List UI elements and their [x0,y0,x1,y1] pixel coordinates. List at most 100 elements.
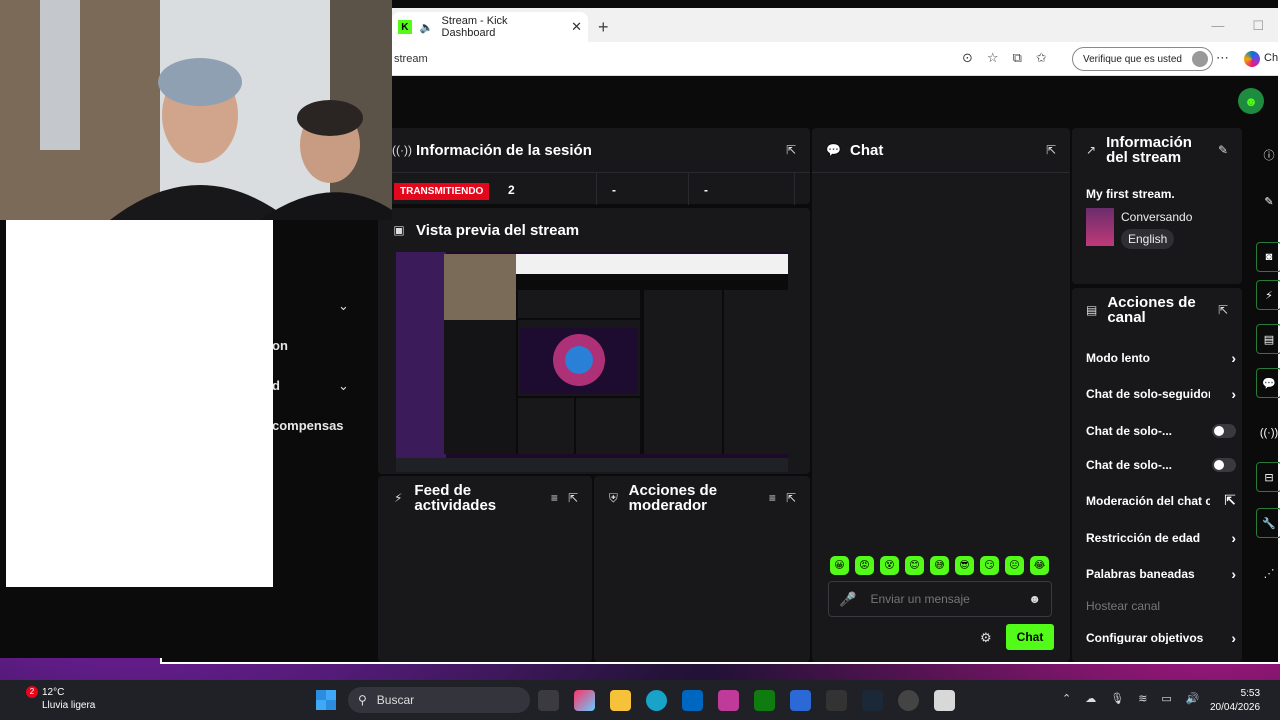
favorite-star-icon[interactable]: ☆ [987,50,999,66]
browser-tab[interactable]: K 🔈 Stream - Kick Dashboard ✕ [392,12,588,42]
emote-button[interactable]: 😵 [880,556,899,575]
chevron-right-icon: › [1231,386,1236,402]
task-view-icon[interactable] [538,690,559,711]
lightning-icon[interactable]: ⚡ [1256,280,1280,310]
menu-item[interactable]: compensas [272,418,344,433]
tab-title: Stream - Kick Dashboard [441,15,508,39]
close-tab-icon[interactable]: ✕ [571,19,582,35]
actions-icon: ▤ [1086,303,1098,317]
emote-button[interactable]: 😐 [1005,556,1024,575]
maximize-icon[interactable]: ☐ [1252,18,1264,34]
emoji-icon[interactable]: ☻ [1028,592,1041,606]
taskbar-search[interactable]: ⚲ Buscar [348,687,530,713]
app-icon[interactable] [718,690,739,711]
chevron-down-icon[interactable]: ⌄ [338,378,349,394]
xbox-icon[interactable] [754,690,775,711]
new-tab-button[interactable]: + [598,17,609,38]
popout-icon[interactable]: ⇱ [568,491,578,505]
popout-icon[interactable]: ⇱ [786,491,796,505]
emote-button[interactable]: 😎 [955,556,974,575]
chevron-down-icon[interactable]: ⌄ [338,298,349,314]
mod-tools-rail: ⓘ ✎ ◙ ⚡ ▤ 💬 ((·)) ⊟ 🔧 ⋰ [1244,128,1280,662]
stream-preview-video[interactable] [396,252,788,472]
more-actions-icon[interactable]: ⊙ [962,50,973,66]
popout-icon[interactable]: ⇱ [786,143,796,157]
channel-action-item[interactable]: Restricción de edad › [1086,530,1236,546]
channel-action-item[interactable]: Modo lento › [1086,350,1236,366]
webcam-overlay [0,0,392,220]
app-icon[interactable] [826,690,847,711]
clock[interactable]: 5:53 20/04/2026 [1210,687,1260,715]
channel-action-item[interactable]: Chat de solo-... [1086,458,1236,472]
battery-icon[interactable]: ▭ [1161,692,1171,705]
channel-action-item: Hostear canal [1086,600,1236,612]
layout-icon[interactable]: ⊟ [1256,462,1280,492]
popout-icon[interactable]: ⇱ [1046,143,1056,157]
chat-send-button[interactable]: Chat [1006,624,1054,650]
camera-icon[interactable]: ◙ [1256,242,1280,272]
edge-icon[interactable] [646,690,667,711]
emote-button[interactable]: 😡 [855,556,874,575]
verify-profile-button[interactable]: Verifique que es usted [1072,47,1213,71]
steam-icon[interactable] [862,690,883,711]
preview-icon: ▣ [393,223,405,237]
info-icon[interactable]: ⓘ [1256,140,1280,170]
emote-button[interactable]: 😊 [905,556,924,575]
share-icon[interactable]: ⋰ [1256,558,1280,588]
url-field[interactable]: stream [394,53,428,65]
obs-icon[interactable] [898,690,919,711]
popout-icon[interactable]: ⇱ [1218,303,1228,317]
white-panel-overlay [6,220,273,587]
channel-action-item[interactable]: Configurar objetivos › [1086,630,1236,646]
speaker-icon[interactable]: 🔈 [420,21,434,34]
copilot-icon[interactable] [1244,51,1260,67]
cloud-icon[interactable]: ☁ [1085,692,1096,705]
channel-action-item[interactable]: Palabras baneadas › [1086,566,1236,582]
channel-action-item[interactable]: Moderación del chat con IA ⇱ [1086,492,1236,509]
edit-pencil-icon[interactable]: ✎ [1218,143,1228,157]
chat-message-input[interactable] [870,592,1021,606]
broadcast-icon: ((·)) [392,143,412,157]
chat-icon[interactable]: 💬 [1256,368,1280,398]
stream-category[interactable]: Conversando [1121,210,1192,224]
filter-icon[interactable]: ≡ [551,491,558,505]
emote-button[interactable]: 😀 [830,556,849,575]
chat-input-box[interactable]: 🎤 ☻ [828,581,1052,617]
microphone-icon[interactable]: 🎤 [839,591,856,608]
microphone-icon[interactable]: 🎙 [1110,692,1124,705]
chat-settings-icon[interactable]: ⚙ [980,630,992,646]
channel-action-item[interactable]: Chat de solo-seguidores › [1086,386,1236,402]
minimize-icon[interactable]: — [1211,18,1224,34]
favorites-icon[interactable]: ✩ [1036,50,1047,66]
window-controls: — ☐ [1211,18,1264,34]
filter-icon[interactable]: ≡ [769,491,776,505]
app-icon[interactable] [934,690,955,711]
channel-action-item[interactable]: Chat de solo-... [1086,424,1236,438]
wifi-icon[interactable]: ≋ [1138,692,1147,705]
broadcast-icon[interactable]: ((·)) [1256,418,1280,448]
user-avatar[interactable]: ☻ [1238,88,1264,114]
toggle-switch[interactable] [1212,424,1236,438]
weather-widget[interactable]: 2 12°C Lluvia ligera [24,686,95,712]
emote-button[interactable]: 😏 [980,556,999,575]
file-explorer-icon[interactable] [610,690,631,711]
chevron-up-icon[interactable]: ⌃ [1062,692,1071,705]
stream-info-title: Información del stream [1106,134,1192,166]
copilot-app-icon[interactable] [574,690,595,711]
volume-icon[interactable]: 🔊 [1186,692,1200,705]
settings-more-icon[interactable]: ⋯ [1216,50,1229,66]
store-icon[interactable] [682,690,703,711]
date: 20/04/2026 [1210,702,1261,713]
wrench-icon[interactable]: 🔧 [1256,508,1280,538]
document-icon[interactable]: ▤ [1256,324,1280,354]
menu-item[interactable]: on [272,338,288,353]
menu-item[interactable]: d [272,378,280,393]
preview-title: Vista previa del stream [416,221,580,239]
emote-button[interactable]: 😅 [930,556,949,575]
edit-icon[interactable]: ✎ [1256,186,1280,216]
emote-button[interactable]: 😂 [1030,556,1049,575]
toggle-switch[interactable] [1212,458,1236,472]
outlook-icon[interactable] [790,690,811,711]
extensions-icon[interactable]: ⧉ [1013,50,1022,66]
windows-start-icon[interactable] [316,690,336,710]
